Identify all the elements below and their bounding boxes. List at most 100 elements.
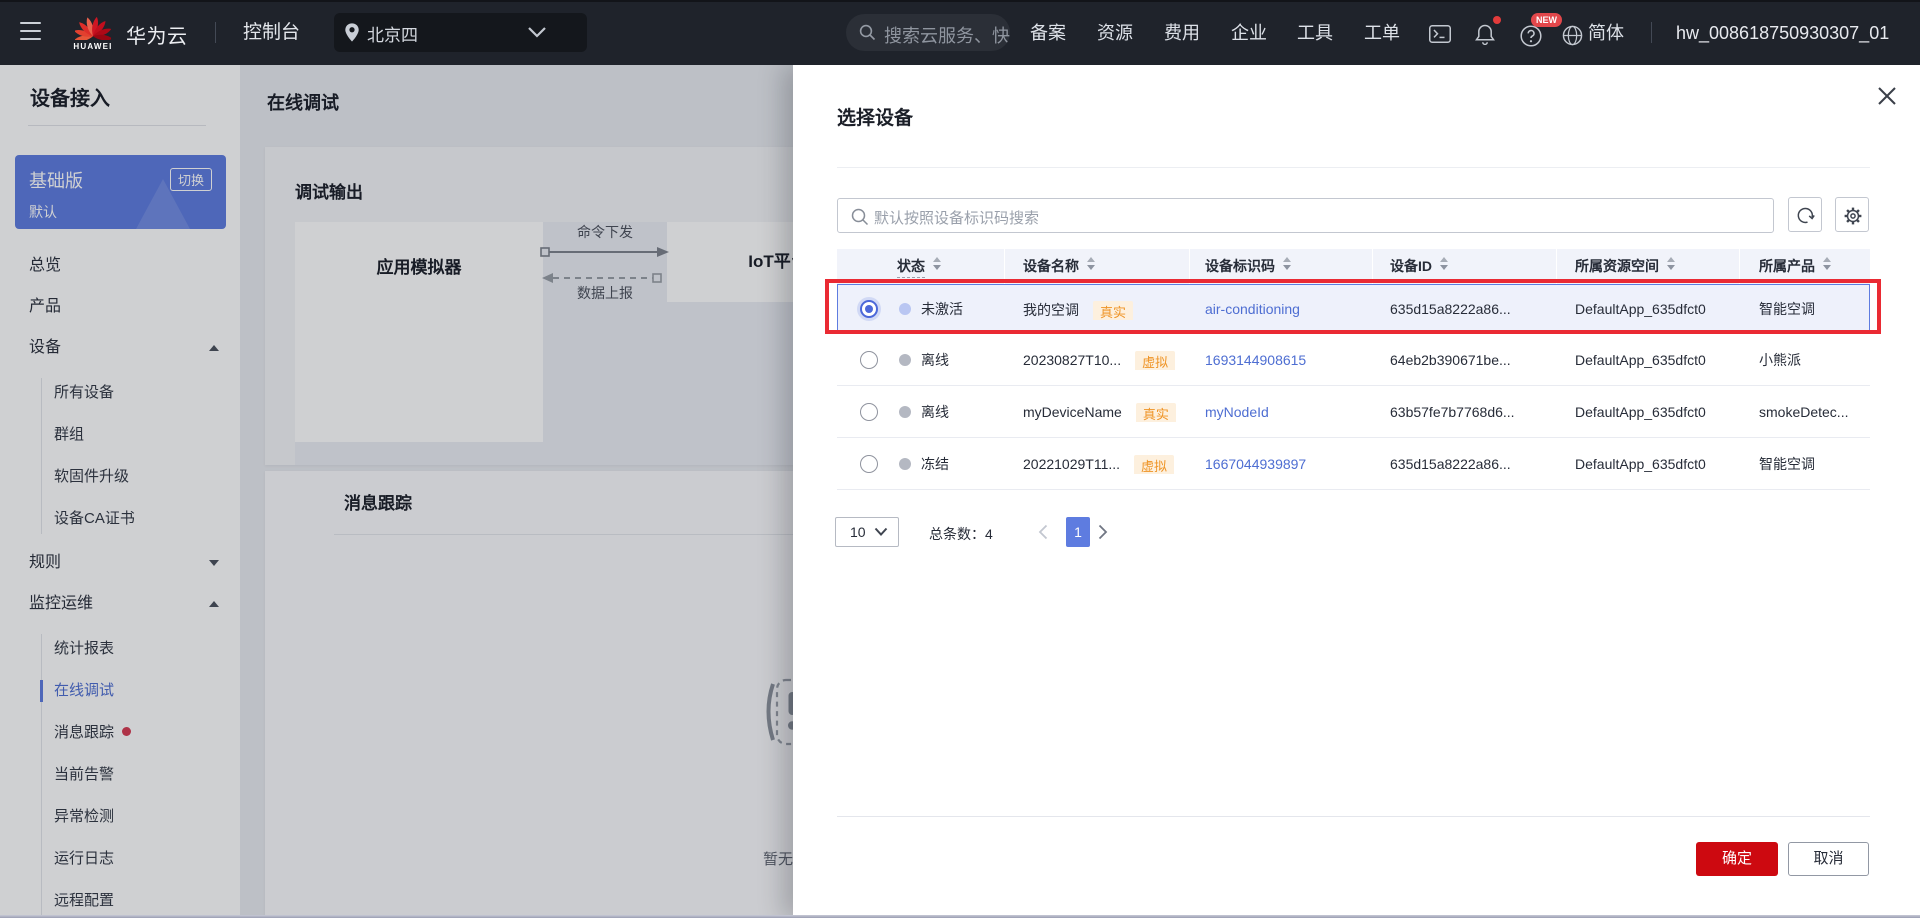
col-label: 设备名称 — [1023, 256, 1079, 276]
modal-backdrop[interactable] — [0, 65, 793, 918]
page-size-select[interactable]: 10 — [835, 517, 899, 547]
device-id-text: 64eb2b390671be... — [1390, 352, 1511, 368]
radio-selected[interactable] — [860, 300, 878, 318]
device-id-text: 635d15a8222a86... — [1390, 456, 1511, 472]
huawei-logo[interactable]: HUAWEI — [74, 10, 112, 54]
total-count-label: 总条数： — [929, 526, 985, 542]
status-text: 离线 — [921, 402, 949, 422]
device-name-text: 20230827T10... — [1023, 352, 1121, 368]
table-row[interactable]: 未激活 我的空调真实 air-conditioning 635d15a8222a… — [837, 284, 1870, 334]
next-page-icon[interactable] — [1098, 524, 1108, 540]
topbar-divider — [215, 22, 216, 43]
prev-page-icon[interactable] — [1038, 524, 1048, 540]
node-id-link[interactable]: 1667044939897 — [1205, 456, 1306, 472]
help-icon[interactable] — [1520, 25, 1542, 47]
topbar-menu-resources[interactable]: 资源 — [1097, 22, 1133, 44]
node-id-link[interactable]: 1693144908615 — [1205, 352, 1306, 368]
device-type-tag: 真实 — [1136, 403, 1176, 422]
col-header-node-id[interactable]: 设备标识码 — [1190, 249, 1373, 284]
node-id-link[interactable]: myNodeId — [1205, 404, 1269, 420]
refresh-icon — [1796, 206, 1815, 225]
device-name-text: 20221029T11... — [1023, 456, 1120, 472]
resource-space-text: DefaultApp_635dfct0 — [1575, 301, 1706, 317]
sort-icon[interactable] — [1087, 257, 1095, 270]
device-table: 状态 设备名称 设备标识码 设备ID 所属资源空间 所属产品 未激活 我的空调真… — [837, 249, 1870, 490]
topbar-menu-beian[interactable]: 备案 — [1030, 22, 1066, 44]
account-name[interactable]: hw_008618750930307_01 — [1676, 22, 1889, 44]
confirm-button[interactable]: 确定 — [1696, 842, 1778, 876]
col-label: 设备ID — [1390, 256, 1432, 276]
device-search-input[interactable]: 默认按照设备标识码搜索 — [837, 198, 1774, 233]
col-header-product[interactable]: 所属产品 — [1740, 249, 1870, 284]
current-page-button[interactable]: 1 — [1066, 517, 1090, 547]
sort-icon[interactable] — [1667, 257, 1675, 270]
search-icon — [859, 24, 876, 41]
select-device-modal: 选择设备 默认按照设备标识码搜索 — [793, 65, 1920, 918]
table-row[interactable]: 离线 20230827T10...虚拟 1693144908615 64eb2b… — [837, 334, 1870, 386]
console-link[interactable]: 控制台 — [243, 22, 300, 44]
cancel-button[interactable]: 取消 — [1788, 842, 1869, 876]
globe-language-icon[interactable] — [1562, 25, 1583, 46]
chevron-down-icon — [874, 527, 888, 537]
topbar: HUAWEI 华为云 控制台 北京四 搜索云服务、快捷入口 备案 资源 费用 企… — [0, 0, 1920, 65]
hamburger-menu-icon[interactable] — [20, 22, 41, 41]
resource-space-text: DefaultApp_635dfct0 — [1575, 352, 1706, 368]
product-text: 智能空调 — [1759, 301, 1815, 317]
col-header-device-name[interactable]: 设备名称 — [1005, 249, 1190, 284]
modal-footer-divider — [837, 816, 1870, 817]
device-search-placeholder: 默认按照设备标识码搜索 — [874, 207, 1039, 228]
topbar-menu-tickets[interactable]: 工单 — [1364, 22, 1400, 44]
chevron-down-icon — [527, 26, 547, 39]
topbar-menu-tools[interactable]: 工具 — [1297, 22, 1333, 44]
region-selector[interactable]: 北京四 — [334, 13, 587, 52]
device-type-tag: 虚拟 — [1135, 351, 1175, 370]
table-row[interactable]: 冻结 20221029T11...虚拟 1667044939897 635d15… — [837, 438, 1870, 490]
status-dot — [899, 354, 911, 366]
radio-unselected[interactable] — [860, 455, 878, 473]
gear-icon — [1843, 206, 1863, 226]
status-dot — [899, 303, 911, 315]
refresh-button[interactable] — [1788, 197, 1822, 232]
status-dot — [899, 406, 911, 418]
col-header-status[interactable]: 状态 — [837, 249, 1005, 284]
huawei-flower-icon — [75, 10, 111, 40]
topbar-search-input[interactable]: 搜索云服务、快捷入口 — [846, 14, 1010, 51]
col-label: 状态 — [897, 256, 925, 278]
device-name-text: myDeviceName — [1023, 404, 1122, 420]
sort-icon[interactable] — [1283, 257, 1291, 270]
sort-icon[interactable] — [1440, 257, 1448, 270]
product-text: smokeDetec... — [1759, 404, 1848, 420]
resource-space-text: DefaultApp_635dfct0 — [1575, 404, 1706, 420]
topbar-menu-billing[interactable]: 费用 — [1164, 22, 1200, 44]
col-label: 设备标识码 — [1205, 256, 1275, 276]
total-count: 总条数：4 — [929, 524, 993, 544]
topbar-menu-enterprise[interactable]: 企业 — [1231, 22, 1267, 44]
new-badge: NEW — [1531, 13, 1562, 27]
language-switch[interactable]: 简体 — [1588, 22, 1624, 44]
topbar-search-placeholder: 搜索云服务、快捷入口 — [884, 22, 1010, 48]
notifications-bell-icon[interactable] — [1474, 24, 1496, 45]
search-icon — [851, 208, 869, 226]
device-id-text: 635d15a8222a86... — [1390, 301, 1511, 317]
radio-unselected[interactable] — [860, 351, 878, 369]
device-id-text: 63b57fe7b7768d6... — [1390, 404, 1515, 420]
cloudshell-terminal-icon[interactable] — [1429, 25, 1451, 43]
table-row[interactable]: 离线 myDeviceName 真实 myNodeId 63b57fe7b7768… — [837, 386, 1870, 438]
node-id-link[interactable]: air-conditioning — [1205, 301, 1300, 317]
device-name-text: 我的空调 — [1023, 302, 1079, 318]
close-icon[interactable] — [1877, 86, 1897, 106]
col-label: 所属产品 — [1759, 256, 1815, 276]
col-label: 所属资源空间 — [1575, 256, 1659, 276]
table-header: 状态 设备名称 设备标识码 设备ID 所属资源空间 所属产品 — [837, 249, 1870, 284]
huawei-logo-caption: HUAWEI — [68, 42, 118, 51]
sort-icon[interactable] — [933, 257, 941, 270]
col-header-resource-space[interactable]: 所属资源空间 — [1557, 249, 1740, 284]
status-text: 冻结 — [921, 454, 949, 474]
sort-icon[interactable] — [1823, 257, 1831, 270]
column-settings-button[interactable] — [1835, 197, 1869, 232]
location-pin-icon — [344, 22, 360, 43]
total-count-value: 4 — [985, 526, 993, 542]
col-header-device-id[interactable]: 设备ID — [1373, 249, 1557, 284]
brand-name[interactable]: 华为云 — [126, 20, 188, 49]
radio-unselected[interactable] — [860, 403, 878, 421]
